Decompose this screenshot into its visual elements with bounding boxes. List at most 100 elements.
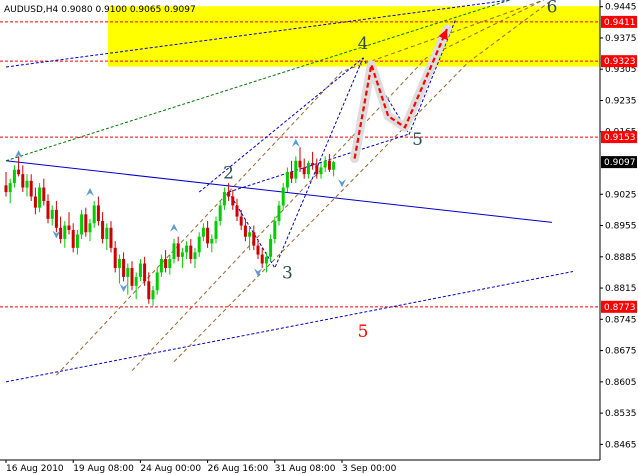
- wave-label: 6: [547, 0, 558, 18]
- price-tick-label: 0.8745: [605, 315, 637, 325]
- candle-body: [143, 263, 147, 282]
- candle-body: [54, 209, 58, 228]
- price-tick-label: 0.9025: [605, 190, 637, 200]
- target-zone: [108, 6, 600, 67]
- candle-body: [273, 221, 277, 239]
- candle-body: [315, 165, 319, 175]
- chart-title: AUDUSD,H4 0.9080 0.9100 0.9065 0.9097: [4, 5, 196, 15]
- candle-body: [281, 187, 285, 206]
- candle-body: [201, 227, 205, 237]
- candle-body: [88, 223, 92, 233]
- candle-body: [29, 180, 33, 197]
- candle-body: [298, 160, 302, 168]
- candle-body: [42, 187, 46, 201]
- candle-body: [231, 196, 235, 206]
- candle-body: [117, 259, 121, 268]
- candle-body: [109, 227, 113, 248]
- candle-body: [12, 169, 16, 184]
- candle-body: [147, 281, 151, 300]
- wave-label: 5: [358, 322, 369, 342]
- price-level-tag-label: 0.9411: [604, 18, 636, 28]
- candle-body: [59, 227, 63, 239]
- candle-body: [193, 252, 197, 260]
- candle-body: [101, 221, 105, 239]
- candle-body: [25, 180, 29, 188]
- price-tick-label: 0.8885: [605, 253, 637, 263]
- price-tick-label: 0.9445: [605, 3, 637, 13]
- price-tick-label: 0.9235: [605, 96, 637, 106]
- price-tick-label: 0.8955: [605, 222, 637, 232]
- candle-body: [122, 259, 126, 277]
- candle-body: [290, 171, 294, 179]
- time-tick-label: 19 Aug 08:00: [73, 464, 134, 474]
- candle-body: [260, 254, 264, 264]
- candle-body: [164, 259, 168, 268]
- candle-body: [332, 162, 336, 170]
- candle-body: [46, 200, 50, 219]
- candle-body: [67, 225, 71, 230]
- candle-body: [277, 205, 281, 222]
- candle-body: [206, 227, 210, 244]
- chart-background: [0, 0, 638, 474]
- candle-body: [50, 209, 54, 219]
- price-tick-label: 0.8605: [605, 378, 637, 388]
- candle-body: [294, 160, 298, 179]
- price-level-tag-label: 0.8773: [604, 303, 636, 313]
- candle-body: [21, 174, 25, 188]
- candle-body: [319, 167, 323, 175]
- candle-body: [168, 259, 172, 268]
- candle-body: [75, 234, 79, 248]
- candle-body: [38, 187, 42, 208]
- candle-body: [151, 290, 155, 300]
- candle-body: [105, 227, 109, 239]
- candle-body: [243, 225, 247, 237]
- candle-body: [185, 245, 189, 253]
- candle-body: [327, 160, 331, 170]
- candle-body: [63, 225, 67, 239]
- price-tick-label: 0.8815: [605, 284, 637, 294]
- price-level-tag-label: 0.9323: [604, 57, 636, 67]
- candle-body: [252, 232, 256, 246]
- candle-body: [8, 183, 12, 193]
- candle-body: [126, 267, 130, 277]
- candle-body: [4, 185, 8, 193]
- candle-body: [248, 232, 252, 237]
- target-zone-layer: [108, 6, 600, 67]
- candle-body: [235, 205, 239, 217]
- candle-body: [239, 216, 243, 226]
- candle-body: [92, 205, 96, 224]
- candle-body: [113, 247, 117, 268]
- candle-body: [285, 171, 289, 188]
- wave-label: 5: [412, 130, 423, 150]
- candle-body: [159, 259, 163, 273]
- candle-body: [134, 276, 138, 286]
- candle-body: [214, 221, 218, 239]
- candle-body: [222, 192, 226, 206]
- price-level-tag-label: 0.9153: [604, 133, 636, 143]
- price-tick-label: 0.8465: [605, 440, 637, 450]
- candle-body: [323, 160, 327, 168]
- time-tick-label: 3 Sep 00:00: [342, 464, 397, 474]
- candle-body: [256, 245, 260, 255]
- time-tick-label: 16 Aug 2010: [6, 464, 64, 474]
- candle-body: [210, 238, 214, 244]
- candle-body: [306, 163, 310, 175]
- candle-body: [189, 245, 193, 260]
- candle-body: [264, 256, 268, 264]
- candle-body: [138, 263, 142, 277]
- candle-body: [84, 214, 88, 233]
- candle-body: [96, 205, 100, 222]
- price-tick-label: 0.9375: [605, 34, 637, 44]
- candle-body: [227, 192, 231, 197]
- price-axis-ticks: 0.94450.93750.93050.92350.91650.90250.89…: [600, 3, 637, 450]
- candle-body: [302, 167, 306, 175]
- candle-body: [180, 252, 184, 257]
- time-tick-label: 26 Aug 16:00: [208, 464, 269, 474]
- candle-body: [269, 238, 273, 257]
- candle-body: [17, 169, 21, 175]
- candle-body: [197, 236, 201, 253]
- candle-body: [80, 214, 84, 235]
- price-tick-label: 0.8535: [605, 409, 637, 419]
- time-tick-label: 31 Aug 08:00: [275, 464, 336, 474]
- wave-label: 4: [358, 34, 369, 54]
